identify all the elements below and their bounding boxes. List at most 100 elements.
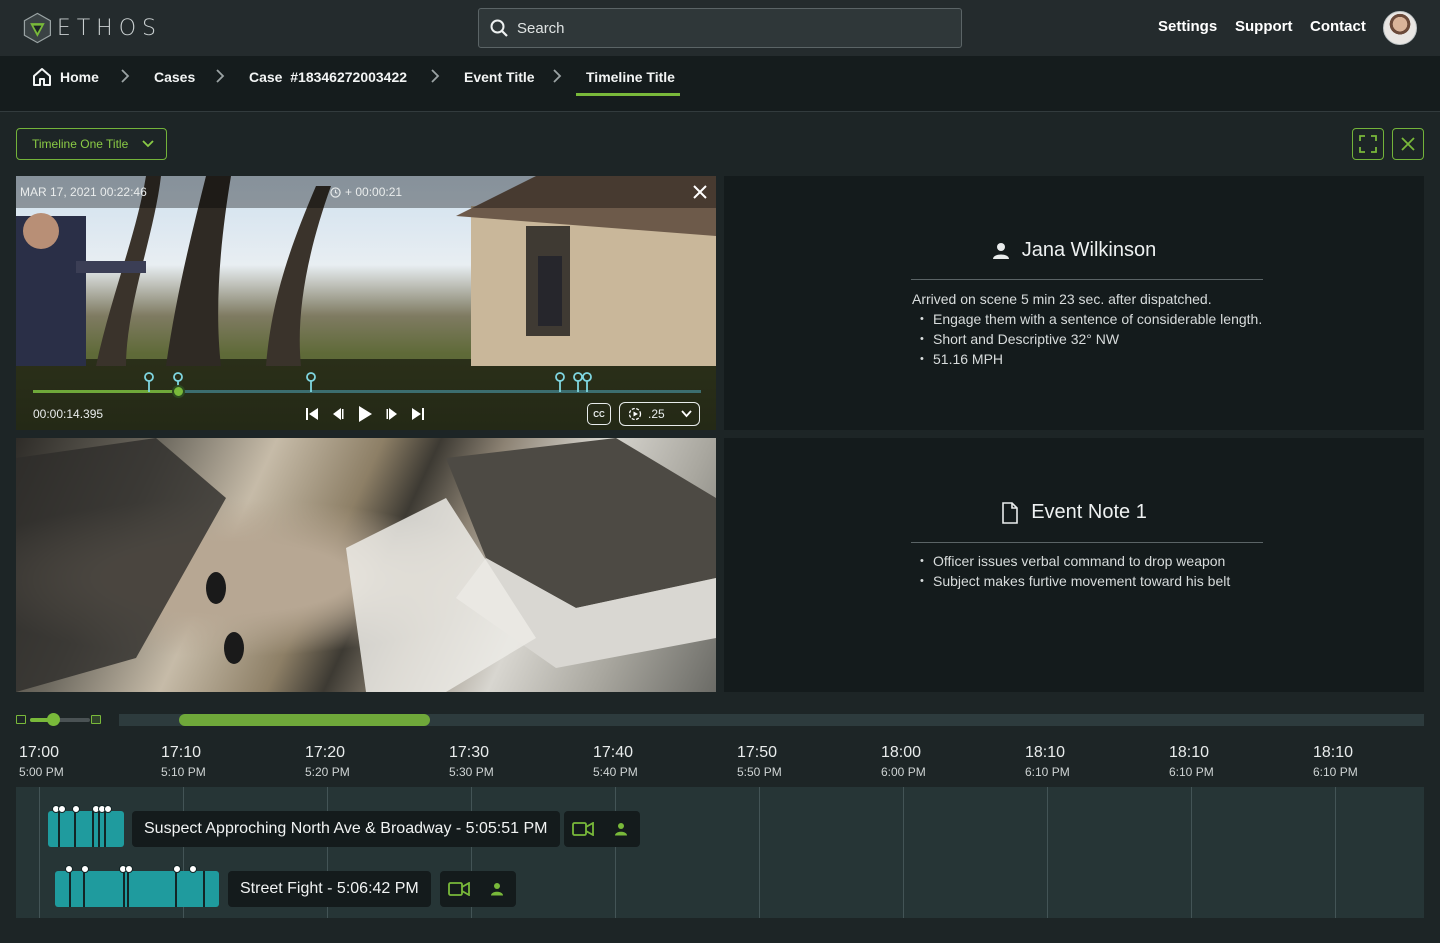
grid-line: [903, 787, 904, 918]
close-icon: [1401, 137, 1415, 151]
video-current-time: 00:00:14.395: [33, 407, 104, 421]
divider: [911, 542, 1263, 543]
zoom-out-icon[interactable]: [16, 715, 26, 724]
video-player-2[interactable]: [16, 438, 716, 692]
video-timestamp: MAR 17, 2021 00:22:46: [20, 185, 147, 199]
chevron-down-icon: [142, 140, 154, 148]
fullscreen-button[interactable]: [1352, 128, 1384, 160]
timeline-lanes[interactable]: Suspect Approching North Ave & Broadway …: [16, 787, 1424, 918]
video-camera-button[interactable]: [564, 811, 602, 847]
person-button[interactable]: [478, 871, 516, 907]
time-tick: 18:00 6:00 PM: [881, 744, 926, 779]
bookmark-marker[interactable]: [554, 372, 566, 394]
time-tick: 17:00 5:00 PM: [19, 744, 64, 779]
brand-logo[interactable]: ETHOS: [22, 8, 162, 48]
time-tick: 17:50 5:50 PM: [737, 744, 782, 779]
nav-settings[interactable]: Settings: [1158, 18, 1217, 35]
event-label[interactable]: Suspect Approching North Ave & Broadway …: [132, 811, 560, 847]
person-icon: [992, 242, 1009, 259]
video-offset-text: + 00:00:21: [345, 185, 403, 199]
home-icon: [33, 68, 51, 86]
crumb-case[interactable]: Case #18346272003422: [249, 69, 407, 85]
person-details: Arrived on scene 5 min 23 sec. after dis…: [912, 289, 1262, 369]
cc-button[interactable]: CC: [587, 403, 611, 425]
video-camera-icon: [572, 822, 594, 836]
person-name: Jana Wilkinson: [1021, 239, 1157, 261]
playback-controls: [306, 404, 436, 424]
clock-icon: [330, 186, 341, 198]
video-frame-aerial: [16, 438, 716, 692]
grid-line: [39, 787, 40, 918]
video-camera-icon: [448, 882, 470, 896]
close-button[interactable]: [1392, 128, 1424, 160]
grid-line: [615, 787, 616, 918]
time-tick: 18:10 6:10 PM: [1025, 744, 1070, 779]
play-icon[interactable]: [358, 406, 372, 422]
video-camera-button[interactable]: [440, 871, 478, 907]
person-header: Jana Wilkinson: [724, 239, 1424, 262]
user-avatar[interactable]: [1383, 11, 1417, 45]
skip-start-icon[interactable]: [306, 408, 318, 420]
bookmark-marker[interactable]: [581, 372, 593, 394]
timeline-select[interactable]: Timeline One Title: [16, 128, 167, 160]
video-offset: + 00:00:21: [330, 185, 402, 199]
divider: [911, 279, 1263, 280]
scrubber-progress: [33, 390, 178, 393]
bookmark-marker[interactable]: [305, 372, 317, 394]
grid-line: [1191, 787, 1192, 918]
scrubber-handle[interactable]: [172, 385, 185, 398]
breadcrumb: Home Cases Case #18346272003422 Event Ti…: [0, 56, 1440, 112]
cc-icon: CC: [593, 409, 605, 419]
note-details: Officer issues verbal command to drop we…: [912, 551, 1230, 591]
step-forward-icon[interactable]: [386, 408, 398, 420]
timeline-scroll-thumb[interactable]: [179, 714, 430, 726]
nav-support[interactable]: Support: [1235, 18, 1293, 35]
note-title: Event Note 1: [1031, 501, 1147, 523]
media-clip[interactable]: [48, 805, 124, 847]
chevron-right-icon: [431, 69, 440, 83]
list-item: Officer issues verbal command to drop we…: [912, 551, 1230, 571]
top-bar: ETHOS Settings Support Contact: [0, 0, 1440, 56]
crumb-home[interactable]: Home: [60, 69, 99, 85]
brand-name: ETHOS: [56, 15, 162, 41]
person-summary: Arrived on scene 5 min 23 sec. after dis…: [912, 291, 1212, 307]
skip-end-icon[interactable]: [412, 408, 424, 420]
list-item: Subject makes furtive movement toward hi…: [912, 571, 1230, 591]
search-icon: [490, 19, 508, 37]
timeline-select-value: Timeline One Title: [32, 137, 129, 151]
step-back-icon[interactable]: [332, 408, 344, 420]
person-icon: [615, 823, 627, 836]
playback-speed-select[interactable]: .25: [619, 402, 700, 426]
time-tick: 18:10 6:10 PM: [1313, 744, 1358, 779]
bookmark-marker[interactable]: [143, 372, 155, 394]
crumb-event[interactable]: Event Title: [464, 69, 535, 85]
document-icon: [1002, 501, 1018, 524]
event-label[interactable]: Street Fight - 5:06:42 PM: [228, 871, 431, 907]
note-header: Event Note 1: [724, 501, 1424, 524]
grid-line: [1335, 787, 1336, 918]
media-clip[interactable]: [55, 865, 219, 907]
search-input[interactable]: [517, 19, 937, 37]
video-player-1[interactable]: MAR 17, 2021 00:22:46 + 00:00:21 00:00:1…: [16, 176, 716, 430]
person-button[interactable]: [602, 811, 640, 847]
crumb-timeline[interactable]: Timeline Title: [586, 69, 675, 85]
time-tick: 18:10 6:10 PM: [1169, 744, 1214, 779]
crumb-cases[interactable]: Cases: [154, 69, 195, 85]
zoom-in-icon[interactable]: [91, 715, 101, 724]
nav-contact[interactable]: Contact: [1310, 18, 1366, 35]
chevron-right-icon: [553, 69, 562, 83]
zoom-slider-handle[interactable]: [47, 713, 60, 726]
chevron-right-icon: [216, 69, 225, 83]
close-video-icon[interactable]: [692, 184, 708, 200]
active-crumb-underline: [576, 93, 680, 96]
fullscreen-icon: [1359, 135, 1377, 153]
list-item: 51.16 MPH: [912, 349, 1262, 369]
chevron-right-icon: [121, 69, 130, 83]
time-tick: 17:30 5:30 PM: [449, 744, 494, 779]
search-box[interactable]: [478, 8, 962, 48]
grid-line: [1047, 787, 1048, 918]
person-icon: [491, 883, 503, 896]
event-note-panel: Event Note 1 Officer issues verbal comma…: [724, 438, 1424, 692]
list-item: Engage them with a sentence of considera…: [912, 309, 1262, 329]
time-tick: 17:40 5:40 PM: [593, 744, 638, 779]
